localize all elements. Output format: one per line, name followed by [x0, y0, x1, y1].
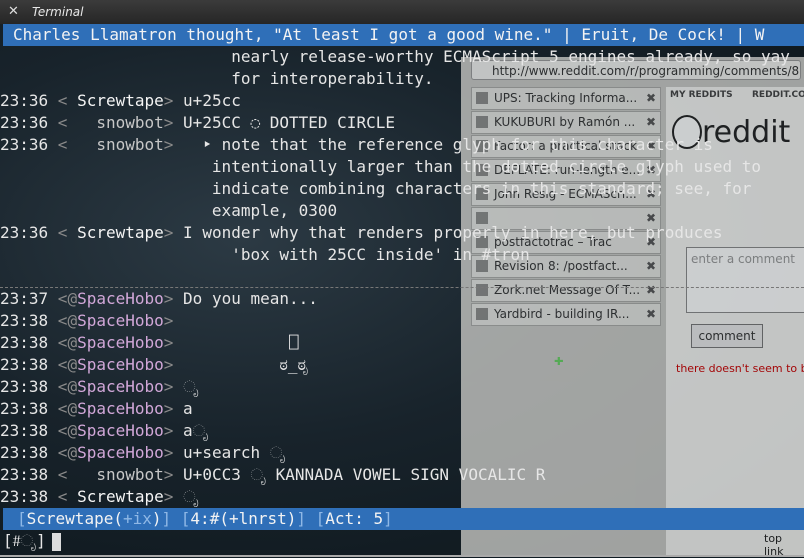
nickname[interactable]: SpaceHobo	[77, 333, 164, 352]
timestamp: 23:38	[0, 355, 49, 374]
chat-line: 23:36 < Screwtape> u+25cc	[0, 91, 241, 110]
chat-line: 23:36 < snowbot> U+25CC ◌ DOTTED CIRCLE	[0, 113, 395, 132]
message-text: for interoperability.	[0, 69, 434, 88]
timestamp: 23:38	[0, 421, 49, 440]
message-text: Do you mean...	[183, 289, 318, 308]
message-text: u+25cc	[183, 91, 241, 110]
nickname[interactable]: SpaceHobo	[77, 377, 164, 396]
nickname[interactable]: SpaceHobo	[77, 421, 164, 440]
chat-line: 23:38 <@SpaceHobo> ಠ_ಠೃ	[0, 355, 309, 374]
message-text: a	[183, 399, 193, 418]
nickname[interactable]: snowbot	[96, 113, 163, 132]
nickname[interactable]: Screwtape	[77, 91, 164, 110]
nickname[interactable]: SpaceHobo	[77, 355, 164, 374]
chat-line: 23:38 <@SpaceHobo> u+search ೃ	[0, 443, 286, 462]
timestamp: 23:36	[0, 135, 49, 154]
timestamp: 23:38	[0, 377, 49, 396]
nickname[interactable]: SpaceHobo	[77, 289, 164, 308]
message-text: intentionally larger than the dotted cir…	[0, 157, 761, 176]
irc-input-line[interactable]: [#ೃ]	[3, 530, 804, 552]
chat-line: indicate combining characters in this st…	[0, 178, 804, 200]
read-marker-divider	[0, 266, 804, 288]
message-text: ‣ note that the reference glyph for this…	[183, 135, 713, 154]
status-usermode: +ix	[122, 509, 152, 528]
chat-line: 23:38 <@SpaceHobo>	[0, 311, 184, 330]
nickname[interactable]: Screwtape	[77, 223, 164, 242]
message-text: nearly release-worthy ECMAScript 5 engin…	[0, 47, 790, 66]
chat-line: 23:38 <@SpaceHobo> aೃ	[0, 421, 209, 440]
timestamp: 23:36	[0, 91, 49, 110]
timestamp: 23:37	[0, 289, 49, 308]
nickname[interactable]: SpaceHobo	[77, 311, 164, 330]
chat-line: 23:38 <@SpaceHobo> ೃ	[0, 377, 199, 396]
status-nick: Screwtape(	[26, 509, 123, 528]
message-text: u+search ೃ	[183, 443, 286, 462]
message-text: ⎕	[183, 333, 299, 352]
chat-line: 23:38 <@SpaceHobo> ⎕	[0, 333, 299, 352]
chat-line: 23:38 < snowbot> U+0CC3 ೃ KANNADA VOWEL …	[0, 465, 546, 484]
message-text: ಠ_ಠೃ	[183, 355, 309, 374]
message-text: U+0CC3 ೃ KANNADA VOWEL SIGN VOCALIC R	[183, 465, 546, 484]
status-channel-mode: (+lnrst)	[219, 509, 297, 528]
status-activity: Act: 5	[325, 509, 384, 528]
message-text: ೃ	[183, 487, 199, 506]
nickname[interactable]: snowbot	[96, 135, 163, 154]
input-prompt: [#ೃ]	[3, 531, 46, 550]
chat-line: 23:38 <@SpaceHobo> a	[0, 399, 193, 418]
window-title: Terminal	[32, 5, 84, 19]
timestamp: 23:36	[0, 113, 49, 132]
text-cursor	[51, 532, 61, 551]
timestamp: 23:36	[0, 223, 49, 242]
message-text: aೃ	[183, 421, 209, 440]
timestamp: 23:38	[0, 333, 49, 352]
chat-line: 23:38 < Screwtape> ೃ	[0, 487, 199, 506]
chat-line: example, 0300	[0, 200, 804, 222]
chat-line: 23:36 < snowbot> ‣ note that the referen…	[0, 135, 713, 154]
chat-line: 23:36 < Screwtape> I wonder why that ren…	[0, 223, 723, 242]
timestamp: 23:38	[0, 399, 49, 418]
chat-line: 'box with 25CC inside' in #tron	[0, 244, 804, 266]
message-text: example, 0300	[0, 201, 338, 220]
timestamp: 23:38	[0, 465, 49, 484]
nickname[interactable]: SpaceHobo	[77, 443, 164, 462]
irc-message-log: nearly release-worthy ECMAScript 5 engin…	[0, 46, 804, 508]
timestamp: 23:38	[0, 443, 49, 462]
message-text: indicate combining characters in this st…	[0, 179, 752, 198]
nickname[interactable]: SpaceHobo	[77, 399, 164, 418]
irc-topic-bar: Charles Llamatron thought, "At least I g…	[3, 24, 804, 46]
nickname[interactable]: snowbot	[96, 465, 163, 484]
message-text: I wonder why that renders properly in he…	[183, 223, 723, 242]
message-text: ೃ	[183, 377, 199, 396]
timestamp: 23:38	[0, 487, 49, 506]
window-titlebar: ✕ Terminal	[0, 0, 804, 24]
chat-line: 23:37 <@SpaceHobo> Do you mean...	[0, 289, 318, 308]
timestamp: 23:38	[0, 311, 49, 330]
message-text: 'box with 25CC inside' in #tron	[0, 245, 530, 264]
irc-status-bar: [Screwtape(+ix)] [4:#(+lnrst)] [Act: 5]	[3, 508, 804, 530]
nickname[interactable]: Screwtape	[77, 487, 164, 506]
status-window: 4:#	[190, 509, 220, 528]
message-text: U+25CC ◌ DOTTED CIRCLE	[183, 113, 395, 132]
close-icon[interactable]: ✕	[8, 4, 19, 19]
chat-line: intentionally larger than the dotted cir…	[0, 156, 804, 178]
chat-line: nearly release-worthy ECMAScript 5 engin…	[0, 46, 804, 68]
chat-line: for interoperability.	[0, 68, 804, 90]
